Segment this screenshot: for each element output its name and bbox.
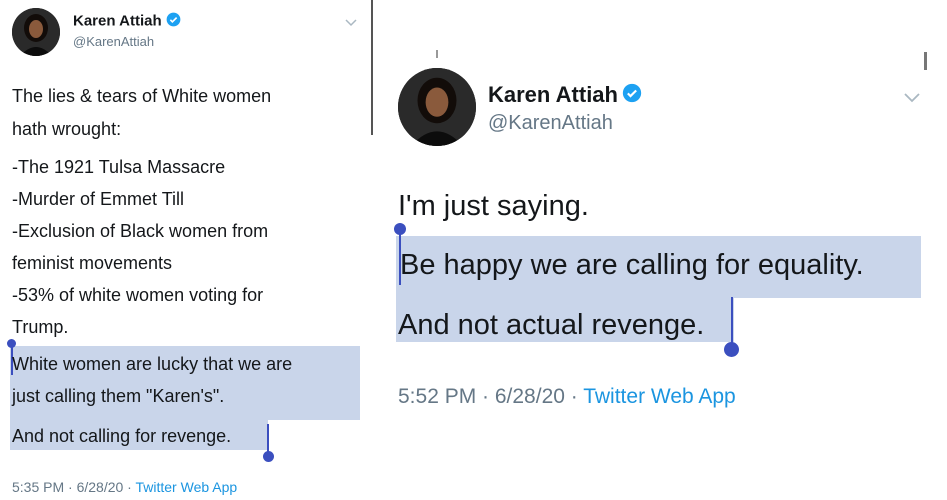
tweet-timestamp[interactable]: 5:52 PM · 6/28/20 · Twitter Web App	[398, 385, 736, 409]
tweet-text-line: hath wrought:	[12, 119, 122, 139]
tweet-text-line: Trump.	[12, 317, 69, 337]
left-tweet: Karen Attiah @KarenAttiah The lies & tea…	[0, 0, 372, 500]
author-name[interactable]: Karen Attiah	[488, 82, 642, 109]
verified-badge-icon	[622, 83, 642, 109]
avatar-image	[398, 68, 476, 146]
scroll-indicator	[436, 50, 438, 58]
tweet-text-line: -53% of white women voting for	[12, 285, 264, 305]
selection-end-handle[interactable]	[724, 342, 739, 357]
verified-badge-icon	[166, 12, 181, 31]
source-app-link[interactable]: Twitter Web App	[583, 385, 736, 408]
tweet-text-line: The lies & tears of White women	[12, 86, 272, 106]
author-handle[interactable]: @KarenAttiah	[73, 34, 154, 49]
selected-text-line: And not calling for revenge.	[12, 426, 232, 446]
author-handle[interactable]: @KarenAttiah	[488, 112, 613, 135]
selected-text-line: And not actual revenge.	[398, 309, 705, 341]
author-name[interactable]: Karen Attiah	[73, 12, 181, 31]
avatar-image	[12, 8, 60, 56]
source-app-link[interactable]: Twitter Web App	[135, 479, 237, 495]
scrollbar[interactable]	[924, 52, 927, 70]
tweet-text-line: -The 1921 Tulsa Massacre	[12, 157, 226, 177]
selected-text-line: Be happy we are calling for equality.	[400, 249, 864, 281]
chevron-down-icon[interactable]	[904, 90, 920, 108]
chevron-down-icon[interactable]	[345, 14, 357, 32]
avatar[interactable]	[398, 68, 476, 146]
tweet-text-line: -Exclusion of Black women from	[12, 221, 269, 241]
right-tweet: Karen Attiah @KarenAttiah I'm just sayin…	[376, 0, 947, 500]
tweet-text-line: I'm just saying.	[398, 190, 589, 222]
tweet-text-line: -Murder of Emmet Till	[12, 189, 185, 209]
selected-text-line: just calling them "Karen's".	[12, 386, 225, 406]
tweet-text-line: feminist movements	[12, 253, 173, 273]
selected-text-line: White women are lucky that we are	[12, 354, 293, 374]
selection-end-caret	[267, 424, 269, 454]
selection-end-caret	[731, 297, 733, 347]
tweet-timestamp[interactable]: 5:35 PM · 6/28/20 · Twitter Web App	[12, 479, 237, 495]
avatar[interactable]	[12, 8, 60, 56]
divider	[371, 0, 373, 135]
selection-end-handle[interactable]	[263, 451, 274, 462]
